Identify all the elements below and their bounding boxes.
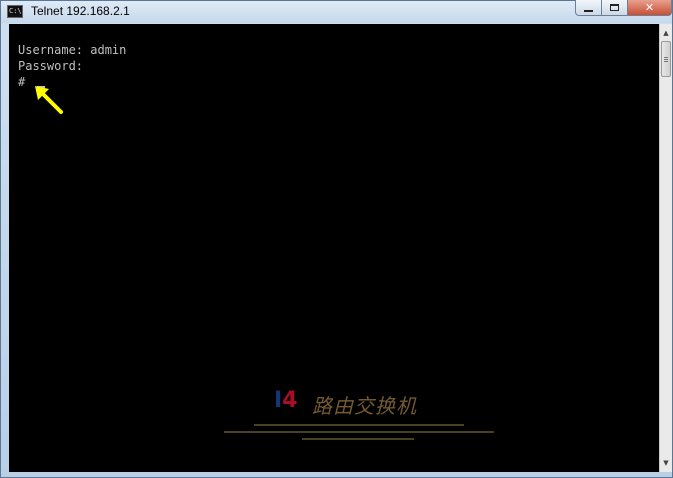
thumb-grip [664, 61, 668, 62]
watermark-logo-part2: 4 [282, 388, 298, 413]
console-line-password: Password: [18, 59, 84, 73]
close-icon: ✕ [644, 1, 655, 14]
window-title: Telnet 192.168.2.1 [31, 4, 130, 18]
watermark-brand: 路由交换机 [312, 394, 417, 418]
thumb-grip [664, 59, 668, 60]
console-line-username: Username: admin [18, 43, 127, 57]
watermark-fine-print [254, 424, 464, 426]
scroll-down-button[interactable]: ▼ [660, 456, 672, 470]
thumb-grip [664, 57, 668, 58]
console-line-prompt: # [18, 75, 33, 89]
watermark-fine-print [302, 438, 414, 440]
telnet-window: C:\ Telnet 192.168.2.1 ✕ Username: admin… [0, 0, 673, 478]
watermark-logo-part1: I [274, 388, 283, 413]
maximize-icon [610, 4, 619, 11]
console-area[interactable]: Username: admin Password: # I4 路由交换机 [9, 24, 659, 472]
vertical-scrollbar[interactable]: ▲ ▼ [659, 24, 672, 472]
watermark-fine-print [224, 431, 494, 433]
minimize-button[interactable] [575, 0, 602, 16]
scroll-up-button[interactable]: ▲ [660, 26, 672, 40]
watermark-logo: I4 [274, 388, 298, 413]
title-bar[interactable]: C:\ Telnet 192.168.2.1 ✕ [1, 0, 672, 23]
yellow-arrow-icon [35, 86, 63, 114]
console-output: Username: admin Password: # [18, 42, 126, 90]
close-button[interactable]: ✕ [627, 0, 672, 16]
minimize-icon [584, 9, 593, 12]
scroll-thumb[interactable] [661, 41, 671, 77]
console-app-icon[interactable]: C:\ [7, 5, 23, 18]
watermark: I4 路由交换机 [214, 386, 504, 446]
maximize-button[interactable] [601, 0, 628, 16]
